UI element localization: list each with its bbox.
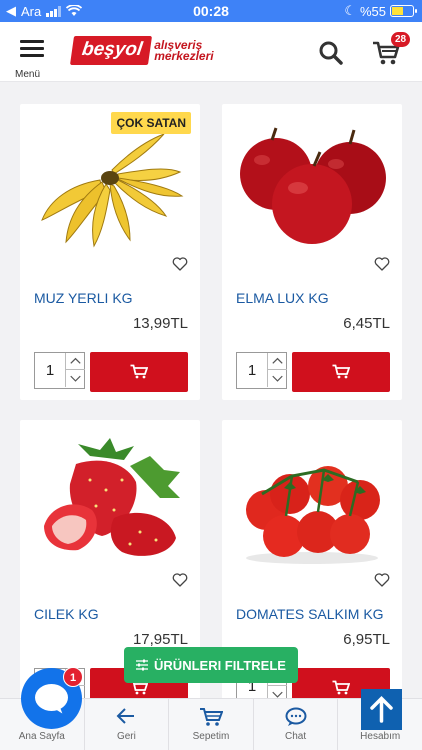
search-icon[interactable] bbox=[318, 40, 344, 66]
nav-cart-label: Sepetim bbox=[192, 731, 230, 742]
strawberry-image bbox=[44, 438, 180, 556]
product-card-banana[interactable]: ÇOK SATAN MUZ YERLI KG 13,99TL 1 bbox=[20, 104, 200, 400]
quantity-value[interactable]: 1 bbox=[237, 353, 267, 388]
arrow-up-icon bbox=[370, 696, 393, 723]
nav-back[interactable]: Geri bbox=[85, 699, 170, 750]
filter-sliders-icon bbox=[136, 659, 149, 671]
quantity-value[interactable]: 1 bbox=[35, 353, 65, 388]
hamburger-icon bbox=[17, 40, 47, 57]
nav-back-label: Geri bbox=[116, 731, 136, 742]
menu-button[interactable]: Menü bbox=[15, 40, 47, 80]
add-cart-icon bbox=[332, 680, 350, 695]
product-price: 6,95TL bbox=[343, 631, 390, 648]
quantity-stepper[interactable]: 1 bbox=[34, 352, 85, 389]
product-name[interactable]: ELMA LUX KG bbox=[236, 290, 329, 306]
product-name[interactable]: MUZ YERLI KG bbox=[34, 290, 133, 306]
chevron-down-icon[interactable] bbox=[65, 370, 85, 387]
arrow-left-icon bbox=[116, 708, 135, 724]
quantity-stepper[interactable]: 1 bbox=[236, 352, 287, 389]
menu-label: Menü bbox=[15, 69, 41, 80]
battery-percent: %55 bbox=[359, 3, 386, 19]
chat-notification-badge: 1 bbox=[63, 667, 83, 687]
moon-icon: ☾ bbox=[344, 3, 356, 18]
app-header: Menü beşyol alışveriş merkezleri 28 bbox=[0, 22, 422, 82]
status-bar: ◀ Ara 00:28 ☾ %55 bbox=[0, 0, 422, 22]
banana-image bbox=[41, 133, 184, 248]
heart-icon[interactable] bbox=[374, 572, 390, 588]
battery-icon bbox=[390, 5, 417, 17]
apple-image bbox=[240, 127, 386, 244]
product-price: 13,99TL bbox=[132, 315, 188, 332]
chevron-down-icon[interactable] bbox=[267, 370, 287, 387]
cart-count-badge: 28 bbox=[391, 32, 410, 47]
product-card-apple[interactable]: ELMA LUX KG 6,45TL 1 bbox=[222, 104, 402, 400]
scroll-to-top-button[interactable] bbox=[361, 689, 402, 730]
cart-icon bbox=[199, 708, 223, 726]
logo-main-text: beşyol bbox=[69, 36, 153, 65]
heart-icon[interactable] bbox=[172, 572, 188, 588]
nav-chat-label: Chat bbox=[285, 731, 307, 742]
heart-icon[interactable] bbox=[374, 256, 390, 272]
product-name[interactable]: DOMATES SALKIM KG bbox=[236, 606, 384, 622]
logo-line-2: merkezleri bbox=[154, 48, 214, 63]
chevron-up-icon[interactable] bbox=[65, 353, 85, 370]
nav-chat[interactable]: Chat bbox=[254, 699, 339, 750]
chevron-up-icon[interactable] bbox=[267, 353, 287, 370]
add-cart-icon bbox=[130, 364, 148, 379]
filter-products-button[interactable]: ÜRÜNLERI FILTRELE bbox=[124, 647, 298, 683]
heart-icon[interactable] bbox=[172, 256, 188, 272]
product-price: 17,95TL bbox=[132, 631, 188, 648]
product-price: 6,45TL bbox=[343, 315, 390, 332]
chat-icon bbox=[285, 707, 307, 726]
nav-cart[interactable]: Sepetim bbox=[169, 699, 254, 750]
logo-subtext: alışveriş merkezleri bbox=[154, 39, 214, 63]
besyol-logo[interactable]: beşyol alışveriş merkezleri bbox=[69, 36, 214, 65]
add-to-cart-button[interactable] bbox=[292, 352, 390, 392]
best-seller-badge: ÇOK SATAN bbox=[111, 112, 191, 134]
add-cart-icon bbox=[332, 364, 350, 379]
add-to-cart-button[interactable] bbox=[90, 352, 188, 392]
tomato-image bbox=[246, 466, 380, 564]
filter-button-label: ÜRÜNLERI FILTRELE bbox=[154, 657, 286, 673]
product-name[interactable]: CILEK KG bbox=[34, 606, 99, 622]
nav-home-label: Ana Sayfa bbox=[18, 731, 65, 742]
nav-account-label: Hesabım bbox=[360, 731, 401, 742]
